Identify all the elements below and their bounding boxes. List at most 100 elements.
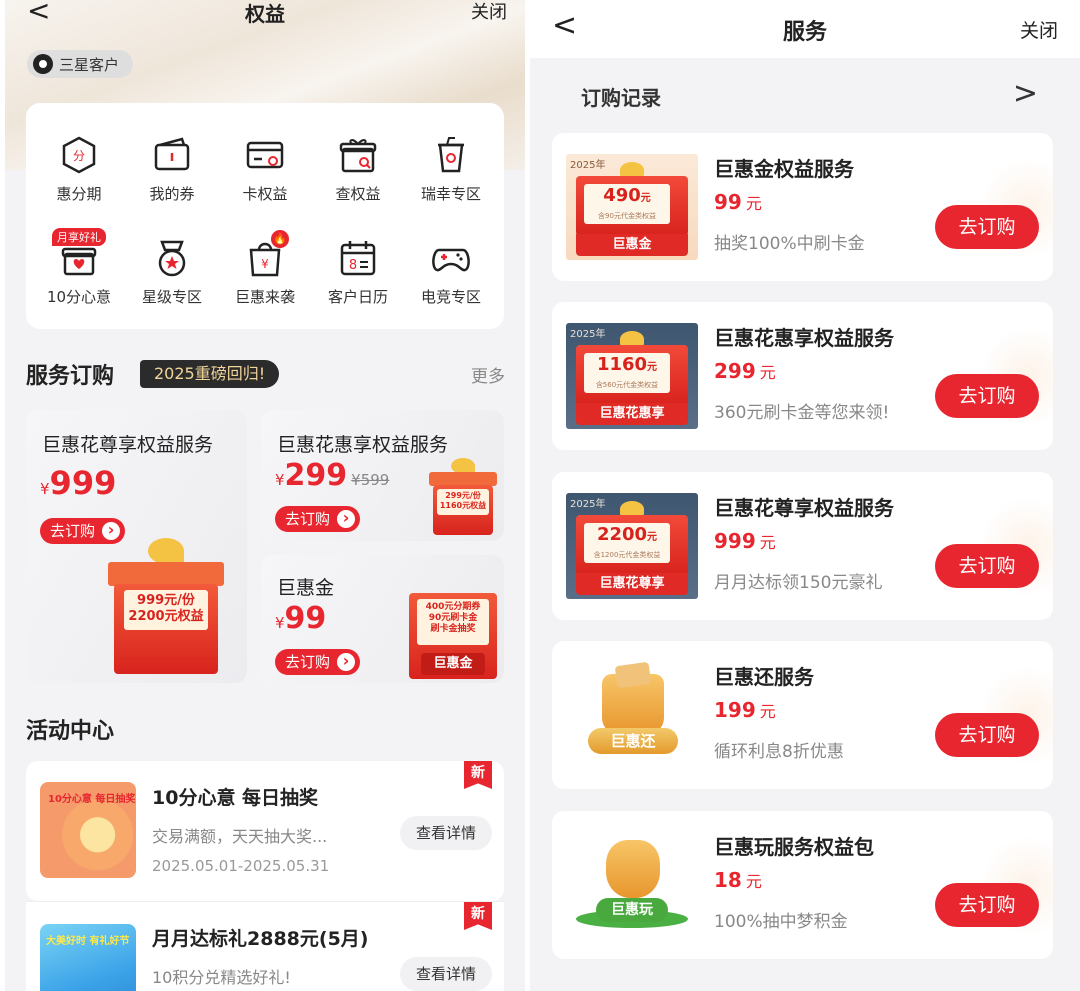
service-card[interactable]: 2025年 1160元 含560元代金类权益 巨惠花惠享 巨惠花惠享权益服务 29… <box>552 302 1053 450</box>
service-price: 18 元 <box>714 868 762 892</box>
subscribe-button[interactable]: 去订购 <box>935 205 1039 249</box>
promo-badge: 2025重磅回归! <box>140 360 280 388</box>
thumb-label: 巨惠还 <box>588 728 678 754</box>
thumb-amount: 2200 <box>596 524 648 545</box>
product-price: ¥99 <box>275 601 327 636</box>
subscribe-button[interactable]: 去订购 <box>935 713 1039 757</box>
grid-item-label: 瑞幸专区 <box>420 185 481 203</box>
service-card[interactable]: 2025年 2200元 含1200元代金类权益 巨惠花尊享 巨惠花尊享权益服务 9… <box>552 472 1053 620</box>
thumb-label: 巨惠玩 <box>596 898 668 922</box>
close-button[interactable]: 关闭 <box>471 0 507 24</box>
product-title: 巨惠花惠享权益服务 <box>277 434 449 456</box>
product-price: ¥999 <box>40 464 117 502</box>
service-name: 巨惠还服务 <box>714 665 814 689</box>
activity-thumbnail: 大美好时 有礼好节 <box>40 924 136 991</box>
grid-item-coupon[interactable]: 我的券 <box>124 135 220 204</box>
gift-box-icon: 月享好礼 <box>52 228 106 278</box>
service-price: 999 元 <box>714 529 776 553</box>
shopping-bag-icon: ¥ 🔥 <box>245 230 289 278</box>
new-tag: 新 <box>464 761 492 789</box>
activity-desc: 交易满额，天天抽大奖... <box>152 827 328 846</box>
svg-text:8: 8 <box>349 258 357 273</box>
service-thumbnail: 2025年 490元 含90元代金类权益 巨惠金 <box>566 154 698 260</box>
grid-item-check-benefit[interactable]: 查权益 <box>310 135 406 204</box>
activity-title: 月月达标礼2888元(5月) <box>152 928 369 950</box>
service-thumbnail: 巨惠还 <box>566 662 698 768</box>
service-desc: 抽奖100%中刷卡金 <box>714 234 865 254</box>
activity-desc: 10积分兑精选好礼! <box>152 968 291 987</box>
subscribe-button[interactable]: 去订购 <box>275 506 361 532</box>
order-record-row[interactable]: 订购记录 > <box>530 68 1080 124</box>
service-screen: < 服务 关闭 订购记录 > 2025年 490元 含90元代金类权益 巨惠金 巨… <box>530 0 1080 991</box>
thumb-unit: 元 <box>647 532 658 543</box>
product-card-gold[interactable]: 巨惠金 ¥99 去订购 400元分期券 90元刷卡金 刷卡金抽奖 巨惠金 <box>261 555 504 683</box>
grid-item-esports[interactable]: 电竞专区 <box>403 238 499 307</box>
chevron-right-icon: > <box>1012 76 1038 111</box>
page-title: 服务 <box>782 20 827 45</box>
shield-icon <box>33 54 53 74</box>
service-card[interactable]: 巨惠玩 巨惠玩服务权益包 18 元 100%抽中梦积金 去订购 <box>552 811 1053 959</box>
hot-icon: 🔥 <box>271 230 289 248</box>
grid-item-label: 客户日历 <box>327 288 388 306</box>
star-medal-icon <box>152 238 192 278</box>
subscribe-button[interactable]: 去订购 <box>935 883 1039 927</box>
top-nav: < 权益 关闭 <box>5 0 525 30</box>
grid-item-label: 10分心意 <box>46 288 112 306</box>
grid-item-label: 星级专区 <box>141 288 202 306</box>
grid-item-customer-calendar[interactable]: 8 客户日历 <box>310 238 406 307</box>
product-card-standard[interactable]: 巨惠花惠享权益服务 ¥299¥599 去订购 299元/份 1160元权益 <box>261 410 504 541</box>
subscribe-button[interactable]: 去订购 <box>275 649 361 675</box>
more-link[interactable]: 更多 <box>471 362 505 387</box>
service-price: 199 元 <box>714 698 776 722</box>
grid-item-installment[interactable]: 分 惠分期 <box>31 135 127 204</box>
thumb-year: 2025年 <box>570 160 606 171</box>
gift-line: 刷卡金抽奖 <box>430 623 476 634</box>
calendar-icon: 8 <box>338 238 378 278</box>
card-icon <box>245 135 285 175</box>
grid-item-label: 惠分期 <box>56 185 102 203</box>
service-name: 巨惠花惠享权益服务 <box>714 326 894 350</box>
view-details-button[interactable]: 查看详情 <box>399 957 492 991</box>
activity-title: 10分心意 每日抽奖 <box>152 787 319 809</box>
coupon-icon <box>152 135 192 175</box>
service-thumbnail: 2025年 1160元 含560元代金类权益 巨惠花惠享 <box>566 323 698 429</box>
activity-card[interactable]: 大美好时 有礼好节 月月达标礼2888元(5月) 10积分兑精选好礼! 查看详情… <box>26 901 504 991</box>
close-button[interactable]: 关闭 <box>1020 16 1058 43</box>
gift-line: 90元刷卡金 <box>428 612 478 623</box>
product-card-premium[interactable]: 巨惠花尊享权益服务 ¥999 去订购 999元/份 2200元权益 <box>26 410 247 683</box>
service-desc: 月月达标领150元豪礼 <box>714 573 883 593</box>
tier-label: 三星客户 <box>59 55 120 74</box>
grid-item-label: 巨惠来袭 <box>234 288 295 306</box>
quick-entry-grid: 分 惠分期 我的券 卡权益 查权益 瑞幸专区 月享好礼 10分心意 星级专区 ¥… <box>26 103 504 329</box>
grid-item-big-deals[interactable]: ¥ 🔥 巨惠来袭 <box>217 230 313 307</box>
gift-box-illustration: 299元/份 1160元权益 <box>427 458 499 538</box>
grid-item-ten-points[interactable]: 月享好礼 10分心意 <box>31 228 127 307</box>
thumb-footer: 巨惠金 <box>576 234 688 256</box>
view-details-button[interactable]: 查看详情 <box>399 816 492 850</box>
product-title: 巨惠花尊享权益服务 <box>42 434 214 456</box>
grid-item-card-benefit[interactable]: 卡权益 <box>217 135 313 204</box>
order-record-label: 订购记录 <box>581 86 661 110</box>
gift-line: 999元/份 <box>137 593 195 608</box>
service-card[interactable]: 巨惠还 巨惠还服务 199 元 循环利息8折优惠 去订购 <box>552 641 1053 789</box>
thumb-year: 2025年 <box>570 329 606 340</box>
thumb-sub: 含90元代金类权益 <box>598 212 656 220</box>
gift-line: 2200元权益 <box>128 608 204 624</box>
thumbnail-text: 10分心意 每日抽奖 <box>48 794 136 805</box>
service-card[interactable]: 2025年 490元 含90元代金类权益 巨惠金 巨惠金权益服务 99 元 抽奖10… <box>552 133 1053 281</box>
gamepad-icon <box>431 238 471 278</box>
new-tag: 新 <box>464 902 492 930</box>
activity-card[interactable]: 10分心意 每日抽奖 10分心意 每日抽奖 交易满额，天天抽大奖... 2025… <box>26 761 504 901</box>
grid-item-star-zone[interactable]: 星级专区 <box>124 238 220 307</box>
grid-item-badge: 月享好礼 <box>52 228 106 246</box>
subscribe-button[interactable]: 去订购 <box>935 544 1039 588</box>
grid-item-luckin[interactable]: 瑞幸专区 <box>403 135 499 204</box>
activity-date: 2025.05.01-2025.05.31 <box>152 857 330 875</box>
thumbnail-text: 大美好时 有礼好节 <box>46 936 130 947</box>
service-price: 299 元 <box>714 359 776 383</box>
benefits-screen: < 权益 关闭 三星客户 分 惠分期 我的券 卡权益 查权益 瑞幸专区 月享好礼… <box>5 0 525 991</box>
service-desc: 100%抽中梦积金 <box>714 912 848 932</box>
thumb-sub: 含1200元代金类权益 <box>593 551 661 559</box>
grid-item-label: 查权益 <box>335 185 381 203</box>
subscribe-button[interactable]: 去订购 <box>935 374 1039 418</box>
